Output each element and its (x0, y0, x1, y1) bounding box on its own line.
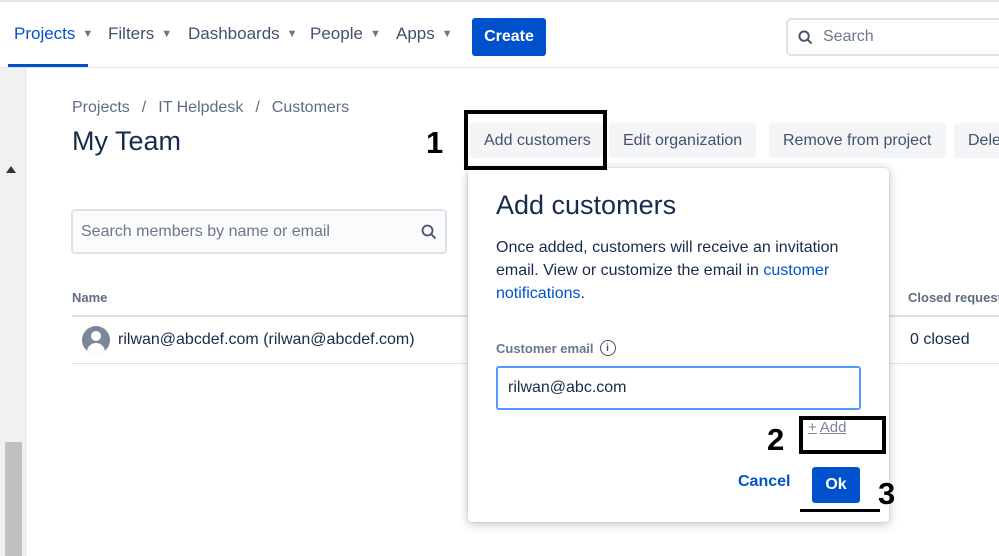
nav-people-label: People (310, 24, 363, 43)
member-search-input[interactable]: Search members by name or email (71, 209, 447, 254)
nav-apps-label: Apps (396, 24, 435, 43)
scroll-up-arrow-icon[interactable] (6, 166, 16, 173)
breadcrumb-it-helpdesk[interactable]: IT Helpdesk (158, 99, 243, 117)
remove-from-project-button[interactable]: Remove from project (769, 123, 946, 158)
chevron-down-icon: ▼ (161, 28, 173, 40)
edit-organization-button[interactable]: Edit organization (609, 123, 757, 158)
active-tab-indicator (8, 64, 88, 67)
annotation-number-2: 2 (767, 422, 785, 457)
nav-people[interactable]: People ▼ (310, 24, 381, 44)
info-icon[interactable]: i (599, 340, 616, 356)
chevron-down-icon: ▼ (441, 28, 453, 40)
nav-projects[interactable]: Projects ▼ (14, 24, 93, 44)
breadcrumb-separator: / (255, 99, 260, 116)
create-button[interactable]: Create (472, 18, 546, 56)
cancel-button[interactable]: Cancel (738, 473, 790, 491)
breadcrumb-projects[interactable]: Projects (72, 99, 130, 117)
breadcrumb-customers[interactable]: Customers (272, 99, 349, 117)
column-header-closed-requests[interactable]: Closed request (908, 290, 999, 305)
breadcrumb-separator: / (141, 99, 147, 116)
scrollbar-thumb[interactable] (5, 442, 22, 556)
annotation-number-1: 1 (426, 125, 444, 160)
column-header-name[interactable]: Name (72, 290, 107, 305)
member-closed-count: 0 closed (910, 331, 970, 348)
annotation-box-1 (464, 110, 607, 170)
annotation-underline-3 (800, 509, 880, 512)
nav-apps[interactable]: Apps ▼ (396, 24, 453, 44)
annotation-number-3: 3 (878, 476, 896, 511)
nav-projects-label: Projects (14, 24, 76, 43)
customer-email-input[interactable] (496, 366, 861, 410)
delete-button[interactable]: Dele (954, 123, 999, 158)
member-search-placeholder: Search members by name or email (81, 222, 330, 240)
member-name: rilwan@abcdef.com (rilwan@abcdef.com) (118, 331, 415, 348)
avatar (82, 326, 110, 354)
nav-filters[interactable]: Filters ▼ (108, 24, 172, 44)
search-icon (798, 29, 813, 44)
customer-email-label-text: Customer email (496, 340, 594, 356)
breadcrumb: Projects / IT Helpdesk / Customers (72, 99, 349, 117)
page-title: My Team (72, 126, 182, 156)
annotation-box-2 (799, 416, 886, 454)
nav-dashboards[interactable]: Dashboards ▼ (188, 24, 298, 44)
dialog-desc-end: . (580, 285, 585, 302)
nav-filters-label: Filters (108, 24, 155, 43)
nav-dashboards-label: Dashboards (188, 24, 280, 43)
top-navigation: Projects ▼ Filters ▼ Dashboards ▼ People ▼ A… (0, 0, 999, 68)
ok-button[interactable]: Ok (812, 467, 860, 503)
search-placeholder: Search (823, 28, 874, 45)
search-icon (421, 224, 437, 239)
chevron-down-icon: ▼ (82, 28, 94, 40)
global-search-input[interactable]: Search (786, 18, 999, 56)
chevron-down-icon: ▼ (286, 28, 298, 40)
chevron-down-icon: ▼ (369, 28, 381, 40)
customer-email-label: Customer email i (496, 340, 616, 356)
dialog-description: Once added, customers will receive an in… (496, 236, 866, 305)
dialog-title: Add customers (496, 190, 677, 220)
add-customers-dialog: Add customers Once added, customers will… (468, 168, 889, 522)
